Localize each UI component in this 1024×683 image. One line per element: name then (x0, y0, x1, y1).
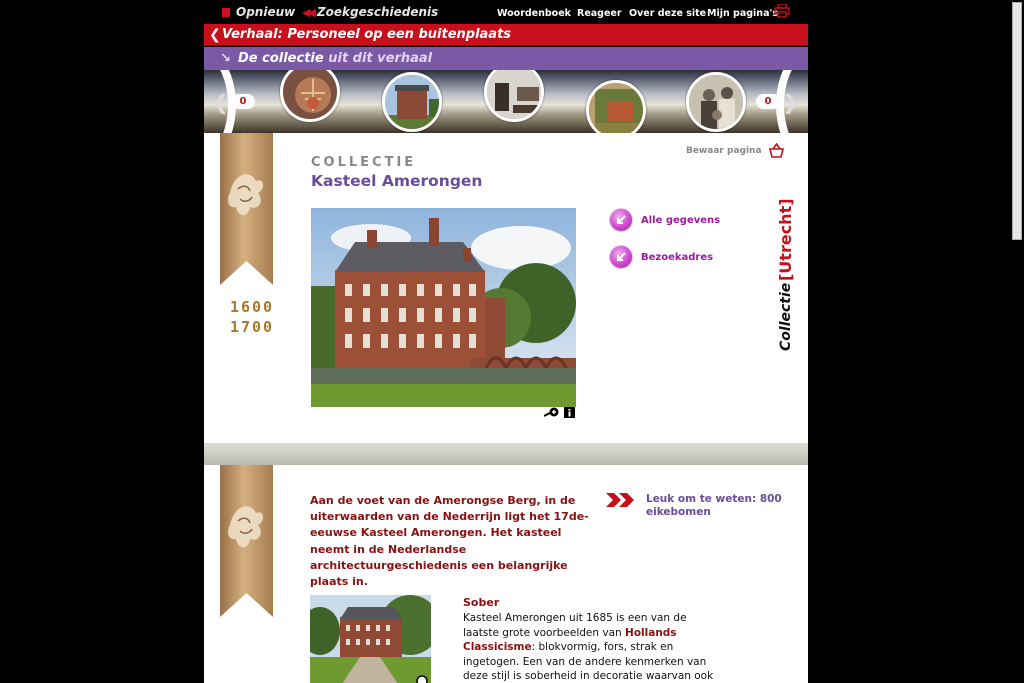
carousel-next-icon[interactable]: ❯ (782, 90, 799, 114)
fun-fact-label: Leuk om te weten: 800 eikebomen (646, 493, 782, 518)
info-icon[interactable] (564, 407, 575, 418)
back-chevron-icon[interactable]: ❮ (209, 24, 221, 46)
castle-photo[interactable] (311, 208, 576, 407)
story-panel: Aan de voet van de Amerongse Berg, in de… (204, 463, 808, 683)
period-end: 1700 (229, 318, 275, 336)
castle-thumb[interactable] (382, 72, 442, 132)
page: Opnieuw ◀◀ Zoekgeschiedenis Woordenboek … (0, 0, 1024, 683)
chandelier-thumb[interactable] (280, 70, 340, 122)
griffin-ribbon (220, 465, 273, 617)
save-page-label: Bewaar pagina (686, 145, 762, 156)
story-title: Personeel op een buitenplaats (282, 27, 512, 42)
svg-text:[Utrecht]: [Utrecht] (776, 198, 795, 281)
double-chevron-icon (606, 493, 634, 507)
restart-label: Opnieuw (236, 5, 296, 19)
painting-thumb[interactable] (586, 80, 646, 133)
panel-divider (204, 443, 808, 463)
basket-icon (768, 143, 784, 158)
griffin-ribbon (220, 133, 273, 285)
save-page-button[interactable]: Bewaar pagina (686, 143, 785, 158)
carousel-left-counter: 0 (231, 94, 255, 109)
dictionary-link[interactable]: Woordenboek (497, 8, 571, 19)
page-title: Kasteel Amerongen (311, 172, 483, 190)
fun-fact-link[interactable]: Leuk om te weten: 800 eikebomen (606, 493, 796, 519)
arrow-down-left-icon (609, 208, 633, 232)
carousel-right-counter: 0 (756, 94, 780, 109)
period-years: 1600 1700 (222, 297, 282, 337)
photo-tools (544, 407, 575, 418)
collection-main: De collectie (238, 51, 324, 66)
collection-kicker: COLLECTIE (311, 155, 417, 170)
story-prefix: Verhaal: (222, 27, 283, 42)
my-pages-link[interactable]: Mijn pagina's (707, 8, 778, 19)
restart-link[interactable]: Opnieuw (222, 5, 295, 19)
svg-text:Collectie: Collectie (778, 283, 794, 351)
history-link[interactable]: ◀◀ Zoekgeschiedenis (302, 5, 438, 19)
all-data-link[interactable]: Alle gegevens (609, 208, 720, 232)
section-heading: Sober (463, 596, 500, 609)
about-link[interactable]: Over deze site (629, 8, 706, 19)
collection-bar[interactable]: ↘ De collectie uit dit verhaal (204, 47, 808, 70)
visit-address-link[interactable]: Bezoekadres (609, 245, 713, 269)
story-bar[interactable]: ❮ Verhaal: Personeel op een buitenplaats (204, 24, 808, 46)
collection-sub: uit dit verhaal (323, 51, 433, 66)
section-body: Kasteel Amerongen uit 1685 is een van de… (463, 611, 723, 683)
scrollbar-thumb[interactable] (1012, 2, 1022, 240)
rewind-icon: ◀◀ (302, 5, 316, 19)
feedback-link[interactable]: Reageer (577, 8, 622, 19)
arrow-down-left-icon (609, 245, 633, 269)
zoom-in-icon[interactable] (544, 407, 560, 418)
visit-address-label: Bezoekadres (641, 251, 714, 263)
carousel-prev-icon[interactable]: ❮ (212, 90, 229, 114)
castle-thumbnail[interactable] (310, 595, 431, 683)
period-start: 1600 (229, 298, 275, 316)
top-navigation: Opnieuw ◀◀ Zoekgeschiedenis Woordenboek … (204, 0, 808, 24)
all-data-label: Alle gegevens (641, 214, 721, 226)
arrow-down-right-icon: ↘ (220, 51, 231, 66)
intro-paragraph: Aan de voet van de Amerongse Berg, in de… (310, 494, 589, 589)
group-portrait-thumb[interactable] (686, 72, 746, 132)
history-label: Zoekgeschiedenis (316, 5, 439, 19)
stop-icon (222, 7, 230, 17)
collection-carousel: ❮ 0 ❯ 0 (204, 70, 808, 133)
printer-icon[interactable] (774, 4, 790, 18)
collection-detail-panel: 1600 1700 Bewaar pagina COLLECTIE Kastee… (204, 133, 808, 443)
collectie-utrecht-logo: Collectie [Utrecht] (776, 198, 795, 351)
interior-thumb[interactable] (484, 70, 544, 122)
